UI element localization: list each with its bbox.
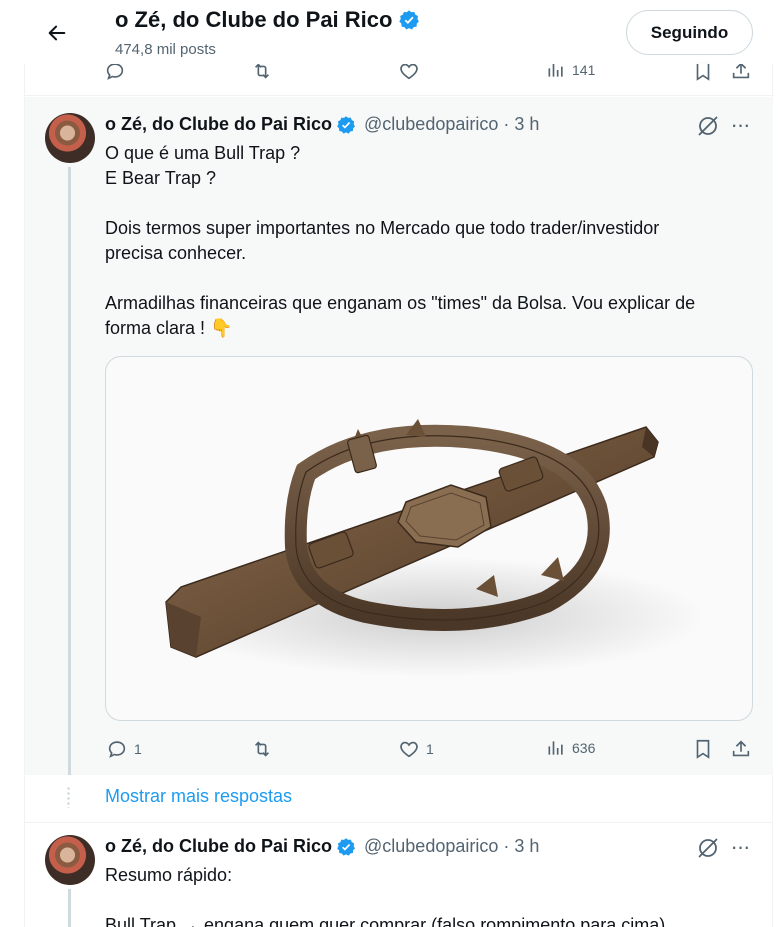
share-icon xyxy=(732,740,750,757)
more-options-icon[interactable]: ··· xyxy=(728,834,752,859)
tweet-author[interactable]: o Zé, do Clube do Pai Rico @clubedopairi… xyxy=(105,114,539,135)
tweet-text-line: E Bear Trap ? xyxy=(105,168,217,188)
verified-badge-icon xyxy=(337,115,356,134)
author-name[interactable]: o Zé, do Clube do Pai Rico xyxy=(105,836,332,857)
profile-header: o Zé, do Clube do Pai Rico 474,8 mil pos… xyxy=(0,0,778,64)
bear-trap-image xyxy=(165,419,706,677)
avatar[interactable] xyxy=(45,835,95,885)
thread-line xyxy=(68,167,71,775)
views-count: 141 xyxy=(572,62,596,78)
grok-icon[interactable] xyxy=(696,114,720,138)
like-button[interactable]: 1 xyxy=(398,738,434,760)
tweet-text-line: Bull Trap → engana quem quer comprar (fa… xyxy=(105,915,666,927)
tweet-media-image[interactable] xyxy=(105,356,753,721)
header-name: o Zé, do Clube do Pai Rico xyxy=(115,7,393,32)
following-button[interactable]: Seguindo xyxy=(626,10,753,55)
bookmark-button[interactable] xyxy=(692,738,714,760)
back-button[interactable] xyxy=(42,18,72,48)
tweet-text-line: Resumo rápido: xyxy=(105,865,233,885)
heart-icon xyxy=(400,741,418,758)
show-more-replies-link[interactable]: Mostrar mais respostas xyxy=(105,786,292,807)
author-handle-time[interactable]: @clubedopairico · 3 h xyxy=(364,836,539,857)
divider xyxy=(25,822,773,823)
avatar[interactable] xyxy=(45,113,95,163)
tweet-author[interactable]: o Zé, do Clube do Pai Rico @clubedopairi… xyxy=(105,836,539,857)
verified-badge-icon xyxy=(337,837,356,856)
author-handle-time[interactable]: @clubedopairico · 3 h xyxy=(364,114,539,135)
tweet-text-line: forma clara ! 👇 xyxy=(105,318,233,338)
thread-dots xyxy=(67,786,70,808)
views-count: 636 xyxy=(572,740,596,756)
reply-button[interactable]: 1 xyxy=(106,738,142,760)
tweet-text-line: Dois termos super importantes no Mercado… xyxy=(105,218,660,238)
page-title: o Zé, do Clube do Pai Rico xyxy=(115,7,420,33)
tweet-text-line: O que é uma Bull Trap ? xyxy=(105,143,301,163)
posts-count: 474,8 mil posts xyxy=(115,41,216,58)
more-options-icon[interactable]: ··· xyxy=(728,112,752,137)
analytics-icon xyxy=(548,741,563,755)
bookmark-icon xyxy=(696,739,710,759)
share-button[interactable] xyxy=(730,738,752,760)
grok-icon[interactable] xyxy=(696,836,720,860)
author-name[interactable]: o Zé, do Clube do Pai Rico xyxy=(105,114,332,135)
tweet-text-line: precisa conhecer. xyxy=(105,243,247,263)
repost-button[interactable] xyxy=(250,738,274,760)
like-count: 1 xyxy=(426,741,434,757)
verified-badge-icon xyxy=(399,10,420,30)
tweet-text-line: Armadilhas financeiras que enganam os "t… xyxy=(105,293,696,313)
reply-count: 1 xyxy=(134,741,142,757)
back-arrow-icon xyxy=(48,25,66,41)
thread-line xyxy=(68,889,71,927)
reply-icon xyxy=(108,741,126,758)
views-button[interactable]: 636 xyxy=(546,738,595,758)
repost-icon xyxy=(254,741,270,757)
